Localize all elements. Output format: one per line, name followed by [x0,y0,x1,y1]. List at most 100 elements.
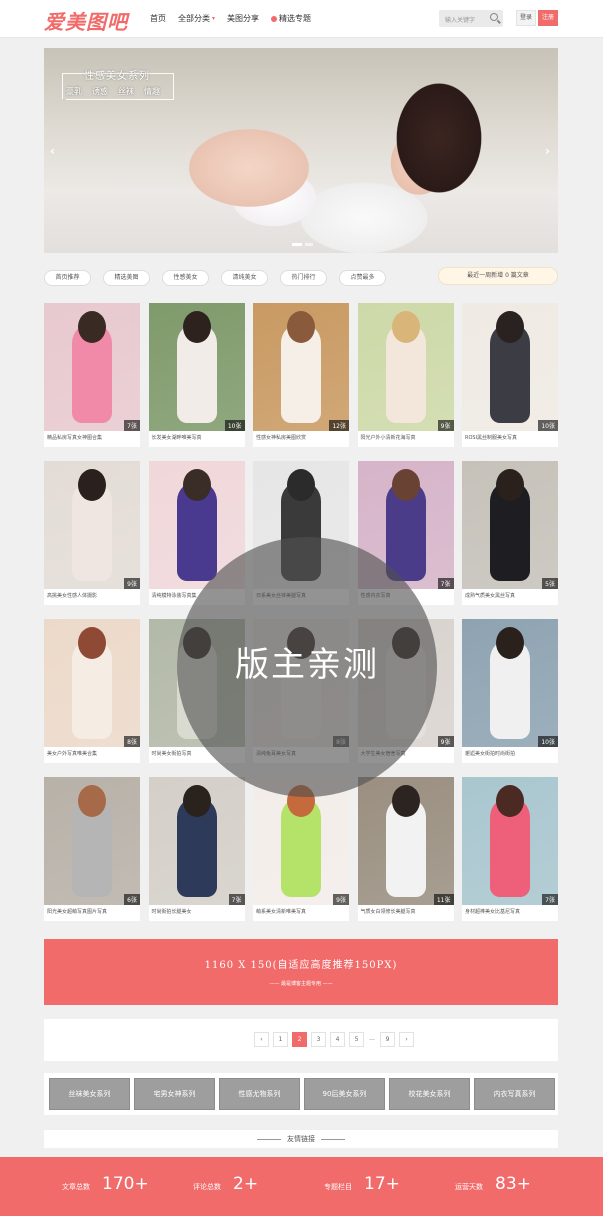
stat-articles: 文章总数 170+ [62,1174,149,1194]
gallery-card[interactable]: 9张 高挑美女性感人体摄影 [44,461,140,605]
series-tab[interactable]: 90后美女系列 [304,1078,385,1110]
card-caption[interactable]: ROSI黑丝制服美女写真 [462,434,558,441]
gallery-card[interactable]: 12张性感女神私房美图欣赏 [253,303,349,447]
stat-label: 运营天数 [455,1183,483,1191]
photo-count-badge: 12张 [329,420,349,431]
register-button[interactable]: 注册 [538,10,558,26]
card-caption[interactable]: 邂逅美女街拍时尚街拍 [462,750,558,757]
gallery-card[interactable]: 7张 时尚街拍长腿美女 [148,777,245,921]
gallery-card[interactable]: 7张 身材超棒美女比基尼写真 [462,777,558,921]
card-caption[interactable]: 性感女神私房美图欣赏 [253,434,349,441]
card-caption[interactable]: 萌系美女清新唯美写真 [253,908,349,915]
site-logo[interactable]: 爱美图吧 [44,6,128,35]
gallery-card[interactable]: 11张气质女白领修长美腿写真 [357,777,454,921]
nav-home[interactable]: 首页 [150,13,166,24]
card-caption[interactable]: 长发美女湖畔唯美写真 [149,434,245,441]
nav-categories-label: 全部分类 [178,14,210,23]
series-tab[interactable]: 内衣写真系列 [474,1078,555,1110]
series-list: 丝袜美女系列 宅男女神系列 性感尤物系列 90后美女系列 校花美女系列 内衣写真系列 [49,1078,555,1110]
pill-pure[interactable]: 清纯美女 [221,270,268,286]
stat-label: 评论总数 [193,1183,221,1191]
pill-hot[interactable]: 热门排行 [280,270,327,286]
login-button[interactable]: 登录 [516,10,536,26]
series-tab[interactable]: 丝袜美女系列 [49,1078,130,1110]
slide-dot[interactable] [305,243,313,246]
recent-articles-badge[interactable]: 最近一周新增 0 篇文章 [438,267,558,285]
gallery-card[interactable]: 9张萌系美女清新唯美写真 [253,777,349,921]
page-button[interactable]: 3 [311,1032,326,1047]
thumbnail-head [496,311,524,343]
photo-count-badge: 10张 [538,736,558,747]
stat-value: 17+ [364,1174,400,1194]
page-button[interactable]: 2 [292,1032,307,1047]
pill-most-liked[interactable]: 点赞最多 [339,270,386,286]
gallery-card[interactable]: 7张 精品私房写真女神图合集 [44,303,140,447]
slide-dot[interactable] [292,243,302,246]
stats-footer: 文章总数 170+ 评论总数 2+ 专题栏目 17+ 运营天数 83+ [0,1157,603,1216]
card-caption[interactable]: 高挑美女性感人体摄影 [44,592,140,599]
photo-count-badge: 9张 [333,894,349,905]
gallery-card[interactable]: 5张 成熟气质美女黑丝写真 [462,461,558,605]
card-thumbnail[interactable] [462,619,558,747]
page-button[interactable]: 1 [273,1032,288,1047]
thumbnail-head [496,627,524,659]
prev-slide-icon[interactable]: ‹ [50,144,55,158]
photo-count-badge: 6张 [124,894,140,905]
ad-title: 1160 X 150(自适应高度推荐150PX) [204,960,398,971]
ad-banner[interactable]: 1160 X 150(自适应高度推荐150PX) —— 最是博客主题专用 —— [44,939,558,1005]
nav-topics[interactable]: 精选专题 [271,13,311,24]
card-caption[interactable]: 阳光美女超萌写真图片写真 [44,908,140,915]
thumbnail-head [391,311,420,343]
prev-page-button[interactable]: ‹ [254,1032,269,1047]
card-thumbnail[interactable] [357,777,454,905]
card-caption[interactable]: 阳光户外小清新花海写真 [358,434,454,441]
card-thumbnail[interactable] [462,777,558,905]
thumbnail-head [287,469,315,501]
card-thumbnail[interactable] [44,461,140,589]
series-tab[interactable]: 宅男女神系列 [134,1078,215,1110]
card-thumbnail[interactable] [44,777,140,905]
card-caption[interactable]: 美女户外写真唯美合集 [44,750,140,757]
card-thumbnail[interactable] [44,303,140,431]
series-tab[interactable]: 性感尤物系列 [219,1078,300,1110]
card-caption[interactable]: 时尚街拍长腿美女 [149,908,245,915]
pill-sexy[interactable]: 性感美女 [162,270,209,286]
search-icon[interactable] [490,13,498,21]
card-thumbnail[interactable] [148,303,245,431]
banner-tag: 豪乳 [66,87,82,96]
card-caption[interactable]: 精品私房写真女神图合集 [44,434,140,441]
photo-count-badge: 11张 [433,894,454,905]
gallery-card[interactable]: 8张 美女户外写真唯美合集 [44,619,140,763]
gallery-card[interactable]: 10张邂逅美女街拍时尚街拍 [462,619,558,763]
ad-subtitle: —— 最是博客主题专用 —— [269,981,333,987]
search-input[interactable]: 输入关键字 [439,10,503,27]
nav-share[interactable]: 美图分享 [227,13,259,24]
gallery-card[interactable]: 10张 ROSI黑丝制服美女写真 [462,303,558,447]
card-thumbnail[interactable] [44,619,140,747]
page-button[interactable]: 5 [349,1032,364,1047]
category-pills: 首页推荐 精选美图 性感美女 清纯美女 热门排行 点赞最多 [44,270,386,286]
card-thumbnail[interactable] [253,303,349,431]
thumbnail-head [78,785,106,817]
next-slide-icon[interactable]: › [545,144,550,158]
photo-count-badge: 9张 [437,736,454,747]
card-caption[interactable]: 身材超棒美女比基尼写真 [462,908,558,915]
card-caption[interactable]: 气质女白领修长美腿写真 [358,908,454,915]
pill-featured[interactable]: 精选美图 [103,270,150,286]
series-tab[interactable]: 校花美女系列 [389,1078,470,1110]
card-thumbnail[interactable] [148,777,245,905]
page-button[interactable]: 9 [380,1032,395,1047]
gallery-card[interactable]: 10张 长发美女湖畔唯美写真 [148,303,245,447]
gallery-card[interactable]: 9张 阳光户外小清新花海写真 [357,303,454,447]
nav-categories[interactable]: 全部分类 ▾ [178,13,215,24]
divider [257,1138,281,1140]
page-button[interactable]: 4 [330,1032,345,1047]
pill-recommend[interactable]: 首页推荐 [44,270,91,286]
card-thumbnail[interactable] [462,461,558,589]
card-thumbnail[interactable] [462,303,558,431]
watermark-overlay: 版主亲测 [177,537,437,797]
card-thumbnail[interactable] [357,303,454,431]
next-page-button[interactable]: › [399,1032,414,1047]
gallery-card[interactable]: 6张阳光美女超萌写真图片写真 [44,777,140,921]
card-caption[interactable]: 成熟气质美女黑丝写真 [462,592,558,599]
